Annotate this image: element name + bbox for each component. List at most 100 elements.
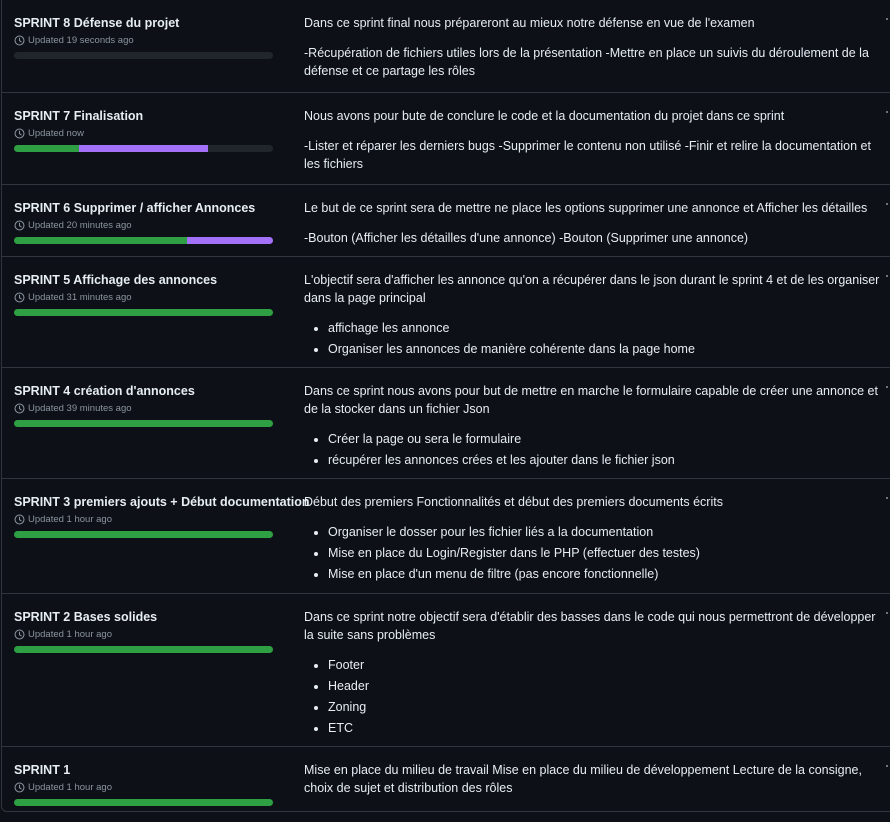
milestone-progress-bar [14, 799, 273, 806]
description-paragraph: Dans ce sprint final nous prépareront au… [304, 16, 755, 30]
milestone-updated-text: Updated now [28, 128, 84, 139]
milestone-description: Mise en place du milieu de travail Mise … [304, 761, 884, 797]
milestone-updated-text: Updated 1 hour ago [28, 629, 112, 640]
progress-in-progress-segment [186, 237, 273, 244]
milestone-updated-text: Updated 1 hour ago [28, 782, 112, 793]
clock-icon [14, 292, 25, 303]
more-options-icon[interactable] [886, 18, 890, 26]
milestone-description: Début des premiers Fonctionnalités et dé… [304, 493, 884, 586]
description-paragraph: Le but de ce sprint sera de mettre ne pl… [304, 201, 868, 215]
description-list-item: Zoning [328, 698, 884, 716]
progress-done-segment [14, 646, 273, 653]
milestone-updated-text: Updated 31 minutes ago [28, 292, 132, 303]
milestone-row: SPRINT 4 création d'annonces Updated 39 m… [2, 367, 890, 478]
milestone-updated: Updated now [14, 127, 304, 140]
progress-done-segment [14, 145, 79, 152]
milestone-summary: SPRINT 5 Affichage des annonces Updated 3… [14, 272, 304, 316]
milestone-summary: SPRINT 7 Finalisation Updated now [14, 108, 304, 152]
description-paragraph: Dans ce sprint nous avons pour but de me… [304, 384, 878, 416]
milestone-row: SPRINT 1 Updated 1 hour ago Mise en place … [2, 746, 890, 811]
clock-icon [14, 35, 25, 46]
more-options-icon[interactable] [886, 275, 890, 283]
milestone-description: Le but de ce sprint sera de mettre ne pl… [304, 199, 884, 247]
milestone-updated: Updated 39 minutes ago [14, 402, 304, 415]
milestone-summary: SPRINT 3 premiers ajouts + Début documen… [14, 494, 310, 538]
milestone-updated: Updated 19 seconds ago [14, 34, 304, 47]
milestone-row: SPRINT 2 Bases solides Updated 1 hour ago… [2, 593, 890, 746]
milestone-updated-text: Updated 20 minutes ago [28, 220, 132, 231]
clock-icon [14, 128, 25, 139]
description-list: affichage les annonce Organiser les annon… [304, 319, 884, 358]
milestone-row: SPRINT 8 Défense du projet Updated 19 sec… [2, 0, 890, 92]
milestone-title-link[interactable]: SPRINT 5 Affichage des annonces [14, 272, 304, 289]
milestone-summary: SPRINT 6 Supprimer / afficher Annonces Up… [14, 200, 304, 244]
description-list: Footer Header Zoning ETC [304, 656, 884, 737]
milestone-updated-text: Updated 1 hour ago [28, 514, 112, 525]
milestone-title-link[interactable]: SPRINT 4 création d'annonces [14, 383, 304, 400]
milestone-row: SPRINT 3 premiers ajouts + Début documen… [2, 478, 890, 593]
progress-in-progress-segment [78, 145, 209, 152]
more-options-icon[interactable] [886, 111, 890, 119]
milestone-progress-bar [14, 237, 273, 244]
milestone-description: L'objectif sera d'afficher les annonce q… [304, 271, 884, 361]
description-list: Créer la page ou sera le formulaire récup… [304, 430, 884, 469]
milestone-summary: SPRINT 4 création d'annonces Updated 39 m… [14, 383, 304, 427]
more-options-icon[interactable] [886, 612, 890, 620]
description-paragraph: Nous avons pour bute de conclure le code… [304, 109, 785, 123]
milestone-updated: Updated 20 minutes ago [14, 219, 304, 232]
clock-icon [14, 629, 25, 640]
milestone-row: SPRINT 5 Affichage des annonces Updated 3… [2, 256, 890, 367]
milestone-title-link[interactable]: SPRINT 3 premiers ajouts + Début documen… [14, 494, 310, 511]
description-list: Organiser le dosser pour les fichier lié… [304, 523, 884, 583]
description-list-item: Organiser les annonces de manière cohére… [328, 340, 884, 358]
description-list-item: Footer [328, 656, 884, 674]
milestone-row: SPRINT 7 Finalisation Updated now Nous avo… [2, 92, 890, 184]
milestone-updated-text: Updated 39 minutes ago [28, 403, 132, 414]
description-paragraph: Mise en place du milieu de travail Mise … [304, 763, 862, 795]
milestone-summary: SPRINT 8 Défense du projet Updated 19 sec… [14, 15, 304, 59]
milestone-updated: Updated 1 hour ago [14, 513, 304, 526]
milestone-title-link[interactable]: SPRINT 1 [14, 762, 304, 779]
milestone-list: SPRINT 8 Défense du projet Updated 19 sec… [1, 0, 890, 812]
milestone-progress-bar [14, 420, 273, 427]
milestone-row: SPRINT 6 Supprimer / afficher Annonces Up… [2, 184, 890, 256]
milestone-summary: SPRINT 1 Updated 1 hour ago [14, 762, 304, 806]
more-options-icon[interactable] [886, 497, 890, 505]
milestone-title-link[interactable]: SPRINT 8 Défense du projet [14, 15, 304, 32]
description-list-item: affichage les annonce [328, 319, 884, 337]
milestone-updated: Updated 1 hour ago [14, 781, 304, 794]
milestone-updated: Updated 1 hour ago [14, 628, 304, 641]
milestone-progress-bar [14, 52, 273, 59]
description-list-item: Créer la page ou sera le formulaire [328, 430, 884, 448]
description-paragraph: Début des premiers Fonctionnalités et dé… [304, 495, 723, 509]
clock-icon [14, 403, 25, 414]
description-list-item: Mise en place du Login/Register dans le … [328, 544, 884, 562]
milestone-title-link[interactable]: SPRINT 6 Supprimer / afficher Annonces [14, 200, 304, 217]
description-paragraph: -Récupération de fichiers utiles lors de… [304, 46, 869, 78]
clock-icon [14, 514, 25, 525]
progress-done-segment [14, 531, 273, 538]
more-options-icon[interactable] [886, 203, 890, 211]
clock-icon [14, 782, 25, 793]
milestone-updated: Updated 31 minutes ago [14, 291, 304, 304]
more-options-icon[interactable] [886, 765, 890, 773]
milestone-description: Dans ce sprint notre objectif sera d'éta… [304, 608, 884, 740]
milestone-progress-bar [14, 531, 273, 538]
more-options-icon[interactable] [886, 386, 890, 394]
description-list-item: récupérer les annonces crées et les ajou… [328, 451, 884, 469]
milestone-title-link[interactable]: SPRINT 7 Finalisation [14, 108, 304, 125]
description-paragraph: -Lister et réparer les derniers bugs -Su… [304, 139, 871, 171]
progress-done-segment [14, 420, 273, 427]
description-paragraph: Dans ce sprint notre objectif sera d'éta… [304, 610, 876, 642]
progress-done-segment [14, 309, 273, 316]
description-list-item: Mise en place d'un menu de filtre (pas e… [328, 565, 884, 583]
milestone-title-link[interactable]: SPRINT 2 Bases solides [14, 609, 304, 626]
milestone-progress-bar [14, 646, 273, 653]
description-list-item: ETC [328, 719, 884, 737]
description-paragraph: L'objectif sera d'afficher les annonce q… [304, 273, 880, 305]
milestone-description: Dans ce sprint final nous prépareront au… [304, 14, 884, 80]
progress-done-segment [14, 237, 187, 244]
description-paragraph: -Bouton (Afficher les détailles d'une an… [304, 231, 749, 245]
milestone-updated-text: Updated 19 seconds ago [28, 35, 134, 46]
milestone-description: Nous avons pour bute de conclure le code… [304, 107, 884, 173]
